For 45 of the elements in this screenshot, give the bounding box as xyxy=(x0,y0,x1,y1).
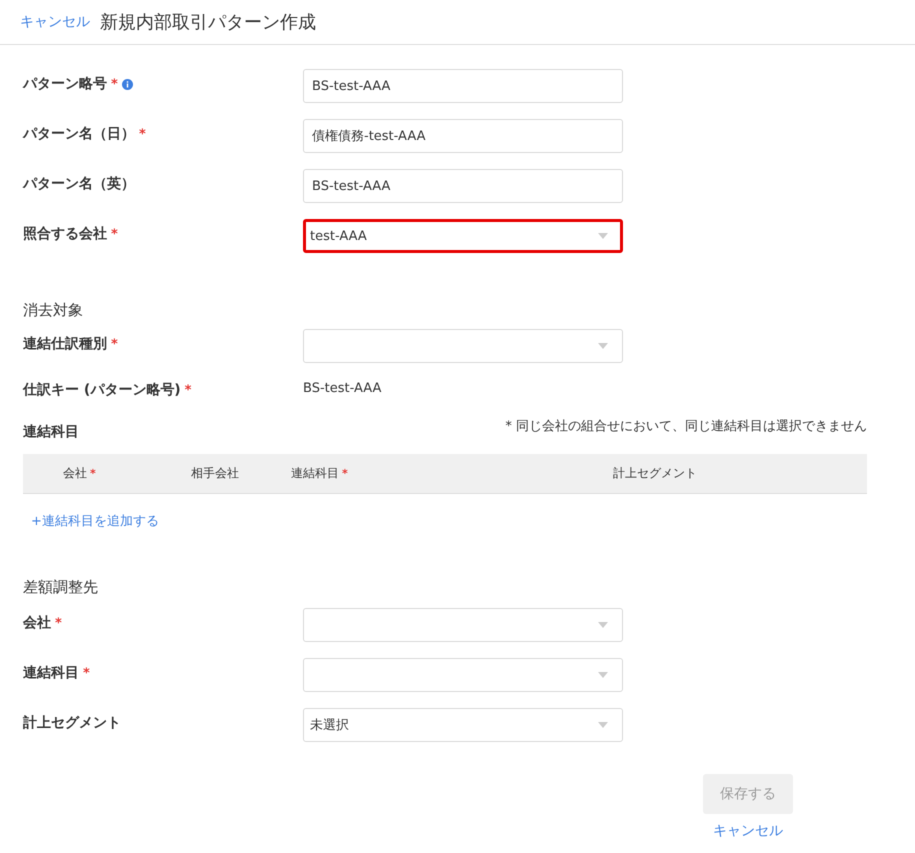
column-header: 連結科目 xyxy=(291,466,339,480)
column-header: 会社 xyxy=(63,466,87,480)
cancel-link[interactable]: キャンセル xyxy=(20,13,90,31)
caret-icon xyxy=(598,672,608,678)
page-title: 新規内部取引パターン作成 xyxy=(100,11,316,34)
field-label: パターン名（英） xyxy=(23,175,135,193)
field-label: 連結科目 xyxy=(23,423,79,441)
required-mark: * xyxy=(90,467,96,480)
add-account-link[interactable]: +連結科目を追加する xyxy=(31,514,159,529)
input-field[interactable]: 債権債務-test-AAA xyxy=(303,119,623,153)
field-label: 連結科目 xyxy=(23,664,79,682)
select-field[interactable]: test-AAA xyxy=(303,219,623,253)
field-label: 仕訳キー (パターン略号) xyxy=(23,381,181,399)
caret-icon xyxy=(598,622,608,628)
cancel-link[interactable]: キャンセル xyxy=(713,822,783,840)
input-field[interactable]: BS-test-AAA xyxy=(303,169,623,203)
select-field[interactable]: 未選択 xyxy=(303,708,623,742)
required-mark: * xyxy=(111,226,118,242)
required-mark: * xyxy=(111,336,118,352)
select-field[interactable] xyxy=(303,658,623,692)
required-mark: * xyxy=(184,382,192,398)
field-label: 照合する会社 xyxy=(23,225,107,243)
field-label: 連結仕訳種別 xyxy=(23,335,107,353)
section-heading: 差額調整先 xyxy=(23,578,98,597)
required-mark: * xyxy=(111,76,118,92)
required-mark: * xyxy=(139,126,146,142)
info-icon[interactable] xyxy=(122,78,133,90)
key-value: BS-test-AAA xyxy=(303,380,382,396)
field-label: 計上セグメント xyxy=(23,714,121,732)
required-mark: * xyxy=(55,616,62,630)
field-label: パターン略号 xyxy=(23,75,107,93)
select-field[interactable] xyxy=(303,608,623,642)
caret-icon xyxy=(598,722,608,728)
note-text: * 同じ会社の組合せにおいて、同じ連結科目は選択できません xyxy=(505,418,867,435)
caret-icon xyxy=(598,343,608,349)
section-heading: 消去対象 xyxy=(23,301,83,320)
caret-icon xyxy=(598,233,608,239)
required-mark: * xyxy=(342,467,348,480)
required-mark: * xyxy=(83,666,90,680)
column-header: 相手会社 xyxy=(191,466,239,480)
input-field[interactable]: BS-test-AAA xyxy=(303,69,623,103)
column-header: 計上セグメント xyxy=(613,466,697,480)
select-field[interactable] xyxy=(303,329,623,363)
field-label: 会社 xyxy=(23,614,51,632)
field-label: パターン名（日） xyxy=(23,125,135,143)
